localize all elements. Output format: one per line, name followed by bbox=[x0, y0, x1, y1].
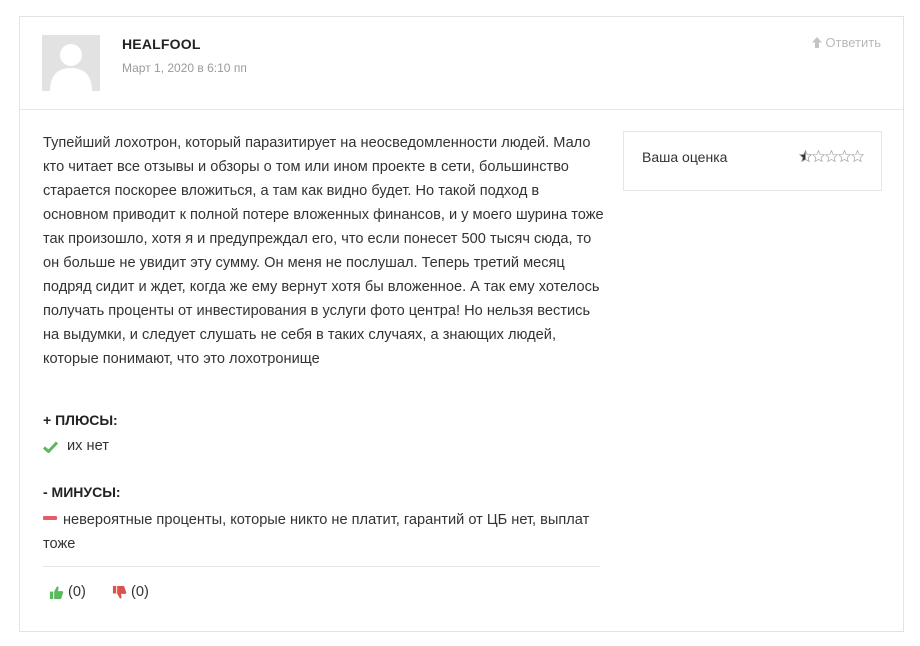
cons-title: - МИНУСЫ: bbox=[43, 484, 121, 500]
dislike-count: (0) bbox=[131, 584, 149, 600]
avatar bbox=[42, 35, 100, 91]
pros-title: + ПЛЮСЫ: bbox=[43, 412, 118, 428]
arrow-up-icon bbox=[812, 37, 823, 48]
comment-card: HEALFOOL Март 1, 2020 в 6:10 пп Ответить… bbox=[19, 16, 904, 632]
thumbs-up-icon bbox=[49, 585, 64, 599]
comment-header: HEALFOOL Март 1, 2020 в 6:10 пп Ответить bbox=[20, 17, 903, 110]
review-text: Тупейший лохотрон, который паразитирует … bbox=[43, 135, 604, 367]
reply-button[interactable]: Ответить bbox=[811, 35, 881, 50]
like-button[interactable]: (0) bbox=[49, 584, 86, 600]
star-icon-empty bbox=[825, 150, 838, 162]
thumbs-down-icon bbox=[112, 585, 127, 599]
rating-label: Ваша оценка bbox=[642, 149, 728, 165]
check-icon bbox=[43, 441, 58, 453]
star-icon-empty bbox=[851, 150, 864, 162]
divider bbox=[43, 566, 600, 567]
cons-text: невероятные проценты, которые никто не п… bbox=[43, 512, 590, 552]
comment-author: HEALFOOL bbox=[122, 36, 201, 52]
dislike-button[interactable]: (0) bbox=[112, 584, 149, 600]
user-silhouette-icon bbox=[42, 35, 100, 91]
comment-date: Март 1, 2020 в 6:10 пп bbox=[122, 61, 247, 75]
star-icon-empty bbox=[812, 150, 825, 162]
star-icon-empty bbox=[838, 150, 851, 162]
reply-label: Ответить bbox=[825, 35, 881, 50]
rating-stars bbox=[799, 150, 864, 162]
rating-box: Ваша оценка bbox=[623, 131, 882, 191]
like-count: (0) bbox=[68, 584, 86, 600]
star-icon-half bbox=[799, 150, 812, 162]
pros-text: их нет bbox=[67, 438, 109, 454]
